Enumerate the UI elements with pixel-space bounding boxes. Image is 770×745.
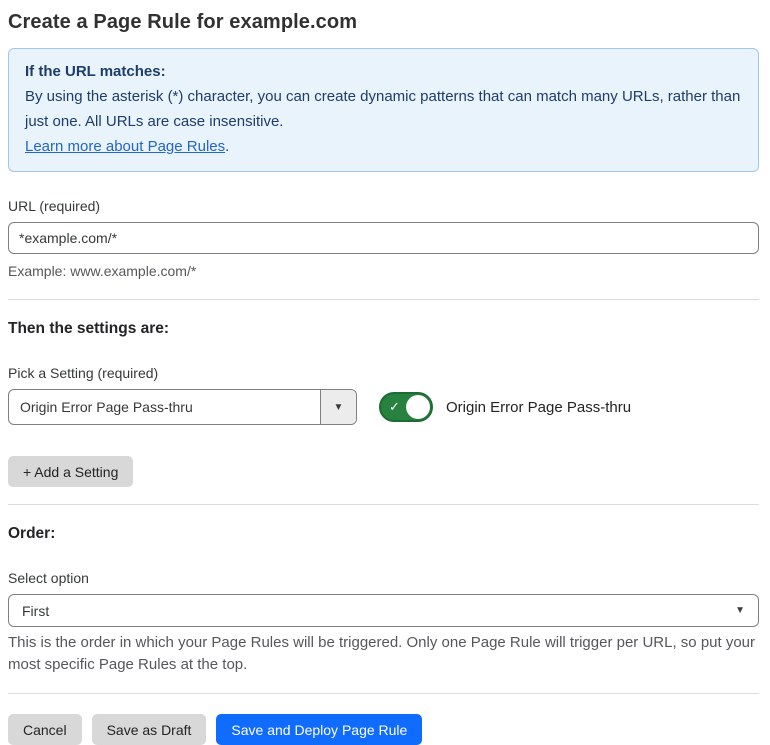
order-select-value: First	[22, 602, 50, 619]
setting-dropdown-arrow-button[interactable]: ▼	[320, 390, 356, 424]
order-select[interactable]: First ▼	[8, 594, 759, 627]
url-label: URL (required)	[8, 198, 101, 214]
order-helper-text: This is the order in which your Page Rul…	[8, 634, 756, 673]
setting-toggle-label: Origin Error Page Pass-thru	[446, 398, 632, 416]
cancel-button[interactable]: Cancel	[8, 714, 82, 745]
create-page-rule-form: Create a Page Rule for example.com If th…	[0, 0, 770, 745]
url-example-helper: Example: www.example.com/*	[8, 263, 197, 279]
url-match-info-box: If the URL matches: By using the asteris…	[8, 48, 759, 172]
learn-more-link[interactable]: Learn more about Page Rules	[25, 138, 225, 155]
page-title: Create a Page Rule for example.com	[8, 11, 358, 33]
pick-setting-label: Pick a Setting (required)	[8, 365, 159, 381]
order-select-label: Select option	[8, 570, 89, 586]
info-box-heading: If the URL matches:	[25, 63, 166, 80]
link-period: .	[225, 138, 230, 155]
divider	[8, 693, 759, 694]
save-deploy-button[interactable]: Save and Deploy Page Rule	[216, 714, 423, 745]
save-draft-button[interactable]: Save as Draft	[91, 714, 207, 745]
setting-row: Origin Error Page Pass-thru ▼ ✓ Origin E…	[8, 389, 759, 425]
setting-toggle-on[interactable]: ✓	[379, 392, 433, 422]
add-setting-button[interactable]: + Add a Setting	[8, 456, 134, 487]
info-box-body: By using the asterisk (*) character, you…	[25, 88, 741, 130]
setting-dropdown-value: Origin Error Page Pass-thru	[20, 399, 193, 415]
divider	[8, 299, 759, 300]
info-box-link-line: Learn more about Page Rules.	[25, 134, 742, 159]
footer-actions: Cancel Save as Draft Save and Deploy Pag…	[8, 714, 759, 745]
order-section-heading: Order:	[8, 525, 56, 542]
url-input[interactable]	[8, 222, 759, 254]
chevron-down-icon: ▼	[735, 605, 745, 616]
chevron-down-icon: ▼	[333, 401, 344, 413]
settings-section-heading: Then the settings are:	[8, 320, 170, 337]
check-icon: ✓	[389, 399, 400, 414]
divider	[8, 504, 759, 505]
toggle-knob	[406, 395, 430, 419]
setting-dropdown[interactable]: Origin Error Page Pass-thru ▼	[8, 389, 357, 425]
